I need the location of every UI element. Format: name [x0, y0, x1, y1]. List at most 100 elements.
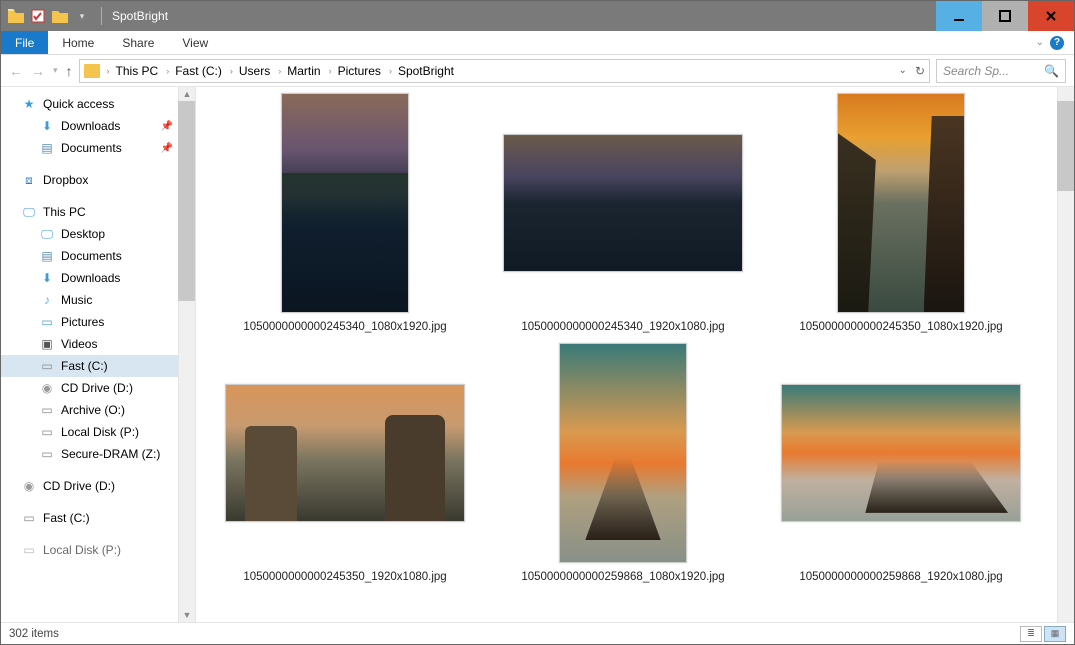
nav-label: This PC [43, 205, 86, 219]
recent-dropdown-icon[interactable]: ▾ [53, 65, 58, 76]
nav-secure-z[interactable]: ▭Secure-DRAM (Z:) [1, 443, 179, 465]
address-dropdown-icon[interactable]: ⌄ [899, 65, 907, 76]
nav-fast-c[interactable]: ▭Fast (C:) [1, 355, 179, 377]
nav-label: Videos [61, 337, 97, 351]
breadcrumb-segment[interactable]: This PC [113, 64, 162, 78]
scroll-up-icon[interactable]: ▲ [183, 89, 192, 99]
qat-dropdown-icon[interactable]: ▾ [73, 7, 91, 25]
chevron-right-icon[interactable]: › [163, 66, 172, 76]
quick-access-toolbar: ▾ [1, 7, 97, 25]
nav-fast-c2[interactable]: ▭Fast (C:) [1, 507, 179, 529]
drive-icon: ▭ [39, 358, 55, 374]
nav-cd-d[interactable]: ◉CD Drive (D:) [1, 377, 179, 399]
up-button[interactable]: ↑ [66, 63, 73, 79]
file-grid: 1050000000000245340_1080x1920.jpg 105000… [196, 87, 1057, 622]
share-tab[interactable]: Share [108, 31, 168, 54]
pin-icon: 📌 [161, 121, 173, 132]
nav-arrows: ← → ▾ ↑ [9, 63, 73, 79]
nav-videos[interactable]: ▣Videos [1, 333, 179, 355]
file-name: 1050000000000245350_1920x1080.jpg [243, 571, 446, 583]
forward-button[interactable]: → [31, 63, 45, 79]
file-item[interactable]: 1050000000000245340_1080x1920.jpg [206, 91, 484, 341]
file-thumbnail [837, 93, 965, 313]
nav-downloads2[interactable]: ⬇ Downloads [1, 267, 179, 289]
window-controls [936, 1, 1074, 31]
body: ★Quick access ⬇Downloads📌 ▤Documents📌 ⧈D… [1, 87, 1074, 622]
pin-icon: 📌 [161, 143, 173, 154]
nav-dropbox[interactable]: ⧈Dropbox [1, 169, 179, 191]
back-button[interactable]: ← [9, 63, 23, 79]
nav-label: Local Disk (P:) [61, 425, 139, 439]
minimize-button[interactable] [936, 1, 982, 31]
tree: ★Quick access ⬇Downloads📌 ▤Documents📌 ⧈D… [1, 87, 179, 567]
nav-local-p2[interactable]: ▭Local Disk (P:) [1, 539, 179, 561]
nav-music[interactable]: ♪Music [1, 289, 179, 311]
file-item[interactable]: 1050000000000245350_1080x1920.jpg [762, 91, 1040, 341]
details-view-button[interactable]: ≣ [1020, 626, 1042, 642]
breadcrumb-segment[interactable]: Pictures [335, 64, 384, 78]
nav-label: Secure-DRAM (Z:) [61, 447, 160, 461]
file-name: 1050000000000259868_1080x1920.jpg [521, 571, 724, 583]
breadcrumb-segment[interactable]: Fast (C:) [172, 64, 225, 78]
nav-label: Music [61, 293, 92, 307]
view-tab[interactable]: View [168, 31, 222, 54]
drive-icon: ▭ [39, 402, 55, 418]
nav-archive-o[interactable]: ▭Archive (O:) [1, 399, 179, 421]
search-icon: 🔍 [1044, 64, 1059, 78]
star-icon: ★ [21, 96, 37, 112]
chevron-right-icon[interactable]: › [275, 66, 284, 76]
maximize-button[interactable] [982, 1, 1028, 31]
close-button[interactable] [1028, 1, 1074, 31]
nav-quick-access[interactable]: ★ Quick access [1, 93, 179, 115]
ribbon-expand-icon[interactable]: ⌄ [1036, 37, 1044, 48]
file-name: 1050000000000245350_1080x1920.jpg [799, 321, 1002, 333]
search-input[interactable]: Search Sp... 🔍 [936, 59, 1066, 83]
chevron-right-icon[interactable]: › [104, 66, 113, 76]
breadcrumb-segment[interactable]: Martin [284, 64, 323, 78]
breadcrumb-segment[interactable]: SpotBright [395, 64, 457, 78]
file-thumbnail [559, 343, 687, 563]
monitor-icon: 🖵 [21, 204, 37, 220]
nav-documents[interactable]: ▤ Documents 📌 [1, 137, 179, 159]
file-thumbnail [503, 134, 743, 272]
breadcrumb-segment[interactable]: Users [236, 64, 273, 78]
dropbox-icon: ⧈ [21, 172, 37, 188]
content-scroll-thumb[interactable] [1057, 101, 1074, 191]
thumbnails-view-button[interactable]: ▦ [1044, 626, 1066, 642]
properties-icon[interactable] [29, 7, 47, 25]
new-folder-icon[interactable] [51, 7, 69, 25]
title-bar: ▾ SpotBright [1, 1, 1074, 31]
nav-this-pc[interactable]: 🖵 This PC [1, 201, 179, 223]
home-tab[interactable]: Home [48, 31, 108, 54]
download-icon: ⬇ [39, 118, 55, 134]
refresh-icon[interactable]: ↻ [915, 64, 925, 78]
scroll-down-icon[interactable]: ▼ [183, 610, 192, 620]
nav-label: Quick access [43, 97, 114, 111]
download-icon: ⬇ [39, 270, 55, 286]
nav-desktop[interactable]: 🖵Desktop [1, 223, 179, 245]
nav-scroll-thumb[interactable] [178, 101, 195, 301]
file-item[interactable]: 1050000000000245340_1920x1080.jpg [484, 91, 762, 341]
file-tab[interactable]: File [1, 31, 48, 54]
nav-local-p[interactable]: ▭Local Disk (P:) [1, 421, 179, 443]
nav-cd-d2[interactable]: ◉CD Drive (D:) [1, 475, 179, 497]
nav-pictures[interactable]: ▭Pictures [1, 311, 179, 333]
window-title: SpotBright [106, 9, 936, 23]
file-item[interactable]: 1050000000000259868_1920x1080.jpg [762, 341, 1040, 591]
chevron-right-icon[interactable]: › [227, 66, 236, 76]
file-item[interactable]: 1050000000000259868_1080x1920.jpg [484, 341, 762, 591]
help-icon[interactable]: ? [1050, 36, 1064, 50]
chevron-right-icon[interactable]: › [386, 66, 395, 76]
file-item[interactable]: 1050000000000245350_1920x1080.jpg [206, 341, 484, 591]
nav-documents2[interactable]: ▤Documents [1, 245, 179, 267]
separator [101, 7, 102, 25]
nav-downloads[interactable]: ⬇Downloads📌 [1, 115, 179, 137]
nav-label: Local Disk (P:) [43, 543, 121, 557]
document-icon: ▤ [39, 140, 55, 156]
address-bar[interactable]: ›This PC ›Fast (C:) ›Users ›Martin ›Pict… [79, 59, 930, 83]
chevron-right-icon[interactable]: › [326, 66, 335, 76]
file-name: 1050000000000245340_1080x1920.jpg [243, 321, 446, 333]
nav-label: Documents [61, 141, 122, 155]
ribbon-tabs: File Home Share View ⌄ ? [1, 31, 1074, 55]
nav-label: Downloads [61, 271, 120, 285]
